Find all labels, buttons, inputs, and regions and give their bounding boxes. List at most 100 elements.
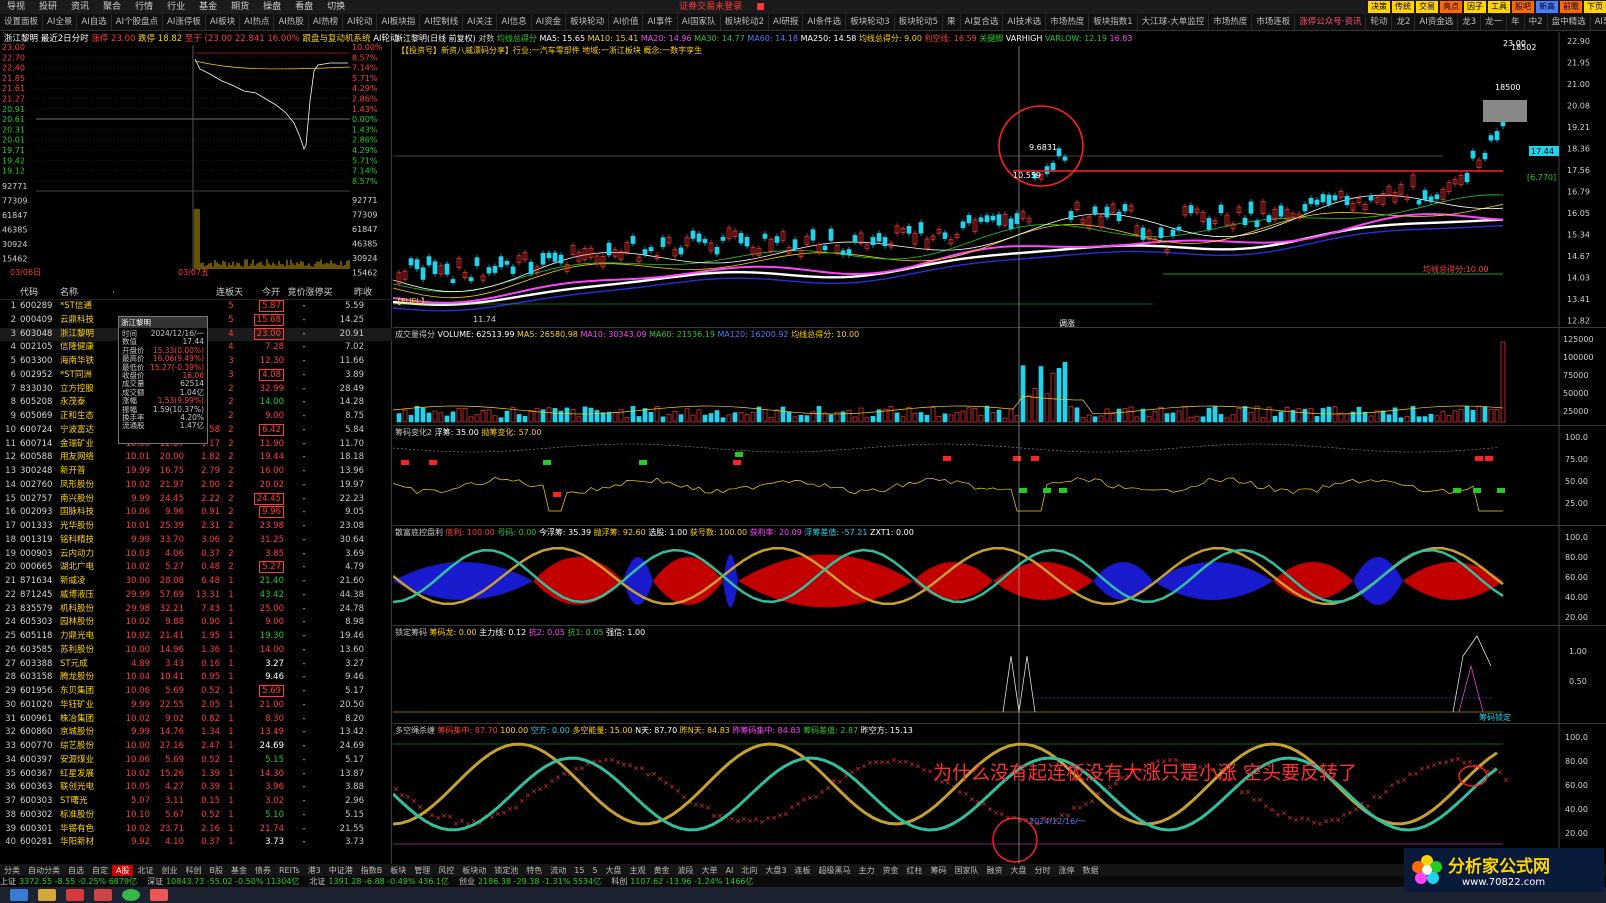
- bottom-tab-10[interactable]: 债券: [251, 865, 275, 876]
- table-row[interactable]: 35 600367 红星发展 10.02 15.26 1.39 1 14.30 - 13.87: [0, 768, 392, 782]
- toolbar-item-1[interactable]: AI全景: [43, 14, 78, 30]
- table-row[interactable]: 21 871634 新威凌 30.00 28.08 6.48 1 21.40 - 21.60: [0, 575, 392, 589]
- toolbar-item-9[interactable]: AI轮动: [343, 14, 378, 30]
- col-name[interactable]: 名称: [60, 286, 112, 299]
- table-row[interactable]: 12 600588 用友网络 10.01 20.00 1.82 2 19.44 - 18.18: [0, 451, 392, 465]
- toolbar-item-25[interactable]: AI复合选: [961, 14, 1004, 30]
- menu-tag-8[interactable]: 前瞻: [1560, 1, 1582, 13]
- table-row[interactable]: 29 601956 东贝集团 10.06 5.69 0.52 1 5.69 - 5.17: [0, 685, 392, 699]
- table-row[interactable]: 36 600363 联创光电 10.05 4.27 0.39 1 3.96 - 3.88: [0, 781, 392, 795]
- bottom-tab-16[interactable]: 管理: [410, 865, 434, 876]
- bottom-tab-22[interactable]: 15: [570, 866, 588, 875]
- col-open[interactable]: 今开: [250, 286, 280, 299]
- toolbar-item-30[interactable]: 市场热度: [1209, 14, 1253, 30]
- table-row[interactable]: 31 600961 株冶集团 10.02 9.02 0.82 1 8.30 - 8.20: [0, 713, 392, 727]
- menu-item-watch[interactable]: 看盘: [288, 0, 320, 14]
- profit-control-pane[interactable]: 100.0 80.00 60.00 40.00 20.00 散富底控盘利 底利: 100…: [393, 526, 1606, 626]
- volume-pane[interactable]: 125000 100000 75000 50000 25000 成交量得分 VOLUME…: [393, 328, 1606, 426]
- bottom-tab-5[interactable]: 北证: [133, 865, 157, 876]
- table-row[interactable]: 32 600860 京城股份 9.99 14.76 1.34 1 13.49 - 13.42: [0, 726, 392, 740]
- bottom-tab-3[interactable]: 自定: [88, 865, 112, 876]
- toolbar-item-37[interactable]: 龙一: [1481, 14, 1508, 30]
- menu-tag-9[interactable]: 下页: [1584, 1, 1606, 13]
- bottom-tab-28[interactable]: 大单: [698, 865, 722, 876]
- toolbar-item-3[interactable]: AI个股盘点: [112, 14, 163, 30]
- toolbar-item-24[interactable]: 果: [943, 14, 961, 30]
- bottom-tab-7[interactable]: 科创: [181, 865, 205, 876]
- login-alert[interactable]: 证券交易未登录: [672, 0, 749, 14]
- bottom-tab-20[interactable]: 特色: [522, 865, 546, 876]
- bottom-tab-27[interactable]: 波段: [674, 865, 698, 876]
- table-row[interactable]: 40 600281 华阳新材 9.92 4.10 0.37 1 3.73 - 3.73: [0, 836, 392, 850]
- bottom-tab-42[interactable]: 涨停: [1055, 865, 1079, 876]
- bottom-tab-35[interactable]: 资金: [879, 865, 903, 876]
- menu-item-futures[interactable]: 期货: [224, 0, 256, 14]
- table-row[interactable]: 17 001333 光华股份 10.01 25.39 2.31 2 23.98 - 23.08: [0, 520, 392, 534]
- app-icon-3[interactable]: [122, 889, 140, 901]
- bottom-tab-32[interactable]: 连板: [791, 865, 815, 876]
- col-days[interactable]: 连板天: [216, 286, 250, 299]
- toolbar-item-10[interactable]: AI板块指: [377, 14, 421, 30]
- toolbar-item-41[interactable]: AI事件选: [1591, 15, 1606, 30]
- toolbar-item-0[interactable]: 设置面板: [0, 14, 44, 30]
- index-item[interactable]: 科创 1107.62 -13.96 -1.24% 1466亿: [611, 876, 753, 887]
- toolbar-item-11[interactable]: AI控制线: [420, 14, 464, 30]
- table-row[interactable]: 19 000903 云内动力 10.03 4.06 0.37 2 3.85 - 3.69: [0, 548, 392, 562]
- index-item[interactable]: 创业 2186.38 -29.38 -1.31% 5534亿: [459, 876, 601, 887]
- bottom-tab-25[interactable]: 主观: [626, 865, 650, 876]
- menu-item-aggregate[interactable]: 聚合: [96, 0, 128, 14]
- col-dot[interactable]: ·: [112, 286, 216, 299]
- toolbar-item-40[interactable]: 盘中精选: [1548, 14, 1591, 30]
- table-row[interactable]: 22 871245 威博液压 29.99 57.69 13.31 1 43.42 - 44.38: [0, 589, 392, 603]
- bottom-tab-9[interactable]: 基金: [227, 865, 251, 876]
- toolbar-item-4[interactable]: AI涨停板: [163, 14, 206, 30]
- bottom-tab-26[interactable]: 黄金: [650, 865, 674, 876]
- bottom-tab-13[interactable]: 中证港: [325, 865, 357, 876]
- menu-item-guide[interactable]: 导视: [0, 0, 32, 14]
- toolbar-item-36[interactable]: 龙3: [1458, 14, 1482, 30]
- toolbar-item-8[interactable]: AI热榜: [309, 14, 344, 30]
- bottom-tab-21[interactable]: 流动: [546, 865, 570, 876]
- menu-item-news[interactable]: 资讯: [64, 0, 96, 14]
- bottom-tab-34[interactable]: 主力: [855, 865, 879, 876]
- menu-item-switch[interactable]: 切换: [320, 0, 352, 14]
- toolbar-item-27[interactable]: 市场热度: [1046, 14, 1090, 30]
- toolbar-item-13[interactable]: AI信息: [497, 14, 532, 30]
- bottom-tab-0[interactable]: 分类: [0, 865, 24, 876]
- table-row[interactable]: 24 605303 园林股份 10.02 9.88 0.90 1 9.00 - 8.98: [0, 616, 392, 630]
- table-row[interactable]: 20 000665 湖北广电 10.02 5.27 0.48 2 5.27 - 4.79: [0, 561, 392, 575]
- toolbar-item-33[interactable]: 轮动: [1366, 14, 1393, 30]
- table-row[interactable]: 23 835579 机科股份 29.98 32.21 7.43 1 25.00 - 24.78: [0, 603, 392, 617]
- table-row[interactable]: 37 600303 ST曙光 5.07 3.11 0.15 1 3.02 - 2.96: [0, 795, 392, 809]
- chip-change-pane[interactable]: 100.0 75.00 50.00 25.00 筹码变化2 浮筹: 35.00 抛筹变…: [393, 426, 1606, 526]
- menu-item-research[interactable]: 投研: [32, 0, 64, 14]
- toolbar-item-32[interactable]: 涨停公众号·资讯: [1295, 14, 1367, 30]
- toolbar-item-12[interactable]: AI关注: [463, 14, 498, 30]
- bottom-tab-33[interactable]: 超级黑马: [815, 865, 855, 876]
- table-row[interactable]: 1 600289 *ST信通 5 5.87 - 5.59: [0, 300, 392, 314]
- app-icon-4[interactable]: [150, 889, 168, 901]
- table-row[interactable]: 26 603585 苏利股份 10.00 14.96 1.36 1 14.00 - 13.60: [0, 644, 392, 658]
- menu-tag-1[interactable]: 传统: [1392, 1, 1414, 13]
- chip-lock-chart[interactable]: 1.00 0.50 筹码锁定: [393, 626, 1606, 724]
- bottom-tab-14[interactable]: 指数B: [357, 865, 387, 876]
- kline-chart[interactable]: 22.90 21.95 21.00 20.08 19.21 18.36 17.56 16.79…: [393, 32, 1606, 328]
- bottom-tab-1[interactable]: 自动分类: [24, 865, 64, 876]
- col-bid[interactable]: 竞价涨停买: [280, 286, 340, 299]
- profit-control-chart[interactable]: 100.0 80.00 60.00 40.00 20.00: [393, 526, 1606, 626]
- toolbar-item-16[interactable]: AI价值: [609, 14, 644, 30]
- app-icon-1[interactable]: [66, 889, 84, 901]
- table-row[interactable]: 14 002760 凤形股份 10.02 21.97 2.00 2 20.02 - 19.97: [0, 479, 392, 493]
- table-row[interactable]: 28 603158 腾龙股份 10.04 10.41 0.95 1 9.46 - 9.46: [0, 671, 392, 685]
- app-icon-2[interactable]: [94, 889, 112, 901]
- volume-chart[interactable]: 125000 100000 75000 50000 25000: [393, 328, 1606, 426]
- menu-tag-6[interactable]: 股吧: [1512, 1, 1534, 13]
- menu-tag-3[interactable]: 亮点: [1440, 1, 1462, 13]
- chip-change-chart[interactable]: 100.0 75.00 50.00 25.00: [393, 426, 1606, 526]
- bottom-tab-4[interactable]: A股: [112, 864, 134, 876]
- toolbar-item-22[interactable]: 板块轮动3: [846, 14, 895, 30]
- bottom-tab-39[interactable]: 融资: [983, 865, 1007, 876]
- bottom-tab-6[interactable]: 创业: [157, 865, 181, 876]
- table-row[interactable]: 30 601020 华钰矿业 9.99 22.55 2.05 1 21.00 - 20.50: [0, 699, 392, 713]
- folder-icon[interactable]: [38, 889, 56, 901]
